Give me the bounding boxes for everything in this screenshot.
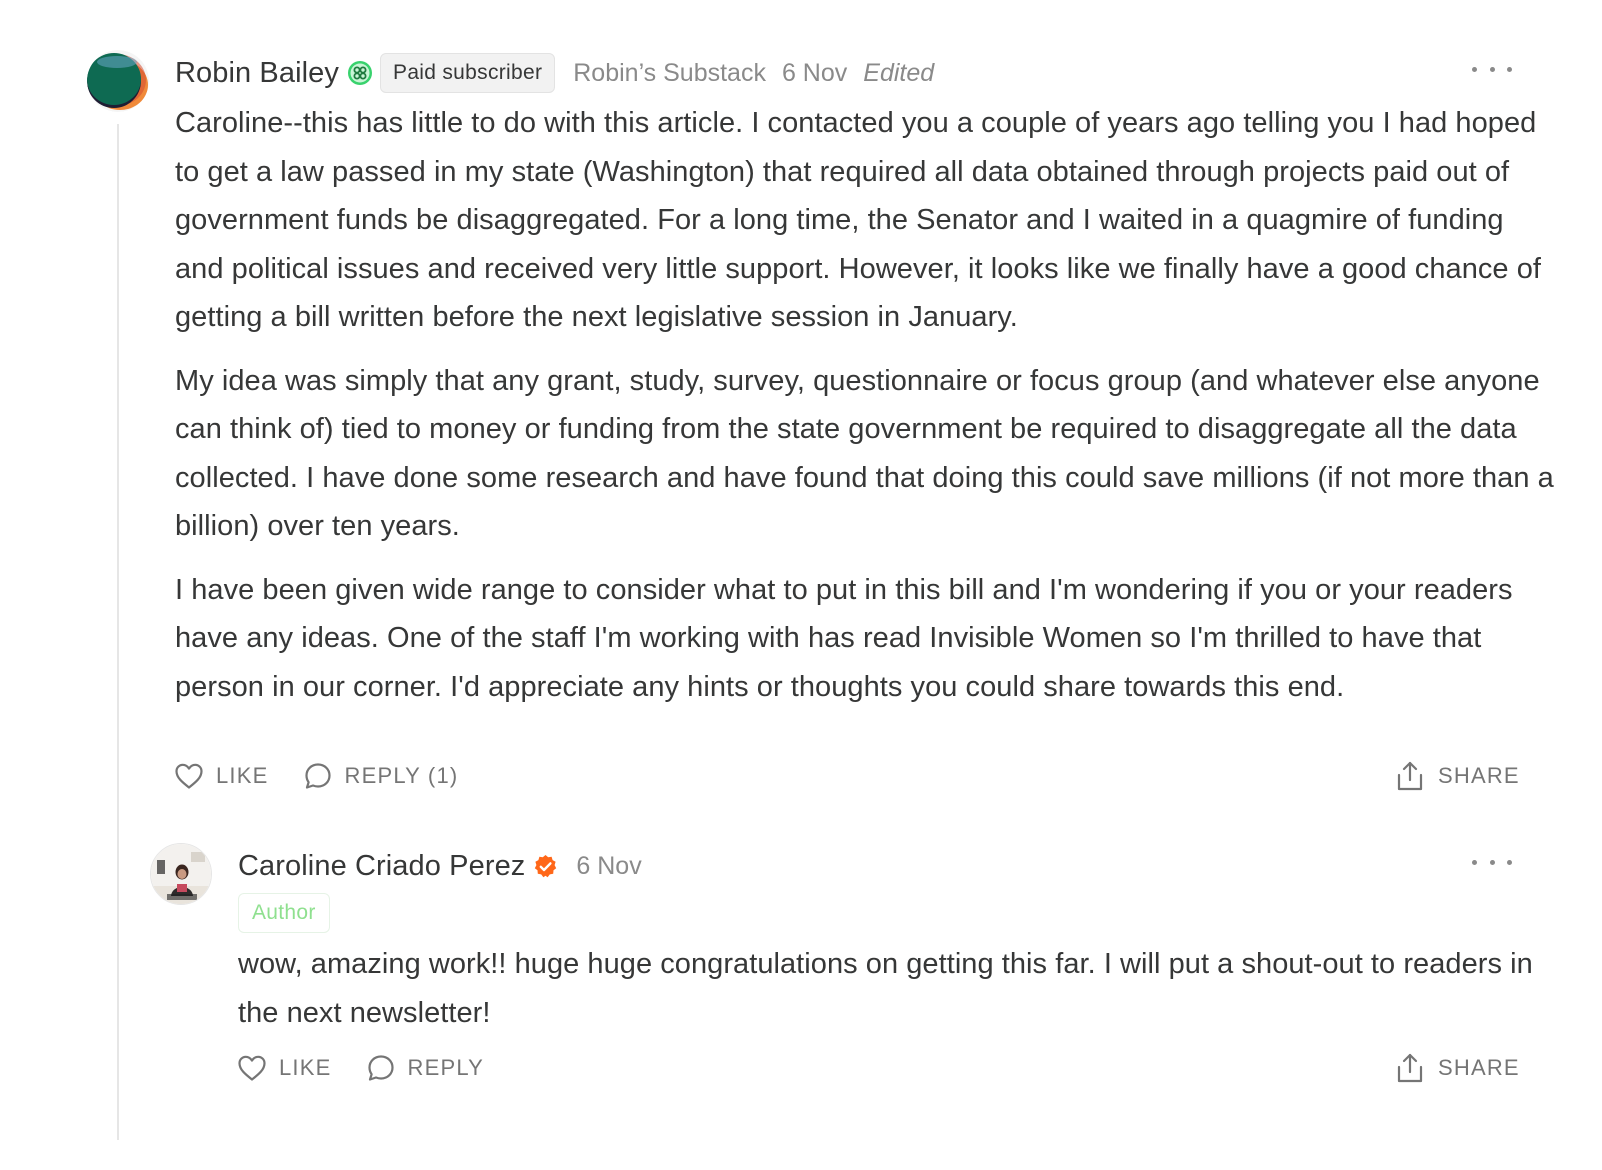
- edited-label: Edited: [863, 58, 935, 87]
- paid-subscriber-badge-icon: [348, 61, 373, 85]
- reply-label: REPLY: [407, 1055, 485, 1080]
- reply-button[interactable]: REPLY: [366, 1053, 485, 1083]
- share-button[interactable]: SHARE: [1396, 1050, 1520, 1086]
- like-label: LIKE: [279, 1055, 332, 1080]
- heart-icon: [175, 763, 203, 789]
- share-icon: [1397, 761, 1423, 791]
- thread-line: [117, 124, 119, 1140]
- like-button[interactable]: LIKE: [237, 1054, 332, 1082]
- comment-actions: LIKE REPLY (1): [174, 758, 458, 794]
- reply-actions: LIKE REPLY: [237, 1050, 484, 1086]
- reply-label: REPLY (1): [344, 763, 459, 788]
- reply-avatar[interactable]: [150, 843, 212, 905]
- comment-paragraph: My idea was simply that any grant, study…: [175, 364, 1554, 543]
- reply-avatar-image: [151, 844, 211, 904]
- like-button[interactable]: LIKE: [174, 762, 269, 790]
- paid-subscriber-badge: Paid subscriber: [380, 53, 556, 93]
- more-options-icon[interactable]: [1472, 852, 1512, 872]
- comment-body: Caroline--this has little to do with thi…: [175, 99, 1555, 726]
- publication-link[interactable]: Robin’s Substack: [573, 59, 766, 88]
- share-label: SHARE: [1438, 1055, 1520, 1080]
- comment-paragraph: Caroline--this has little to do with thi…: [175, 107, 1542, 333]
- comment-date[interactable]: 6 Nov: [782, 59, 847, 88]
- avatar[interactable]: [87, 50, 149, 112]
- reply-date[interactable]: 6 Nov: [576, 852, 641, 881]
- share-icon: [1397, 1053, 1423, 1083]
- reply-header: Caroline Criado Perez 6 Nov: [238, 844, 642, 888]
- speech-bubble-icon: [367, 1055, 394, 1081]
- reply-button[interactable]: REPLY (1): [303, 761, 459, 791]
- share-button[interactable]: SHARE: [1396, 758, 1520, 794]
- more-options-icon[interactable]: [1472, 59, 1512, 79]
- reply-paragraph: wow, amazing work!! huge huge congratula…: [238, 948, 1533, 1029]
- avatar-image: [87, 50, 149, 112]
- share-label: SHARE: [1438, 763, 1520, 788]
- speech-bubble-icon: [304, 763, 331, 789]
- like-label: LIKE: [216, 763, 269, 788]
- author-role-badge: Author: [238, 893, 330, 933]
- reply-body: wow, amazing work!! huge huge congratula…: [238, 940, 1538, 1052]
- reply-author-name[interactable]: Caroline Criado Perez: [238, 850, 525, 883]
- comment-thread: Robin Bailey Paid subscriber Robin’s Sub…: [0, 0, 1602, 1170]
- heart-icon: [238, 1055, 266, 1081]
- verified-check-icon: [533, 854, 558, 879]
- comment-paragraph: I have been given wide range to consider…: [175, 573, 1513, 703]
- author-name[interactable]: Robin Bailey: [175, 57, 339, 90]
- comment-header: Robin Bailey Paid subscriber Robin’s Sub…: [175, 51, 934, 95]
